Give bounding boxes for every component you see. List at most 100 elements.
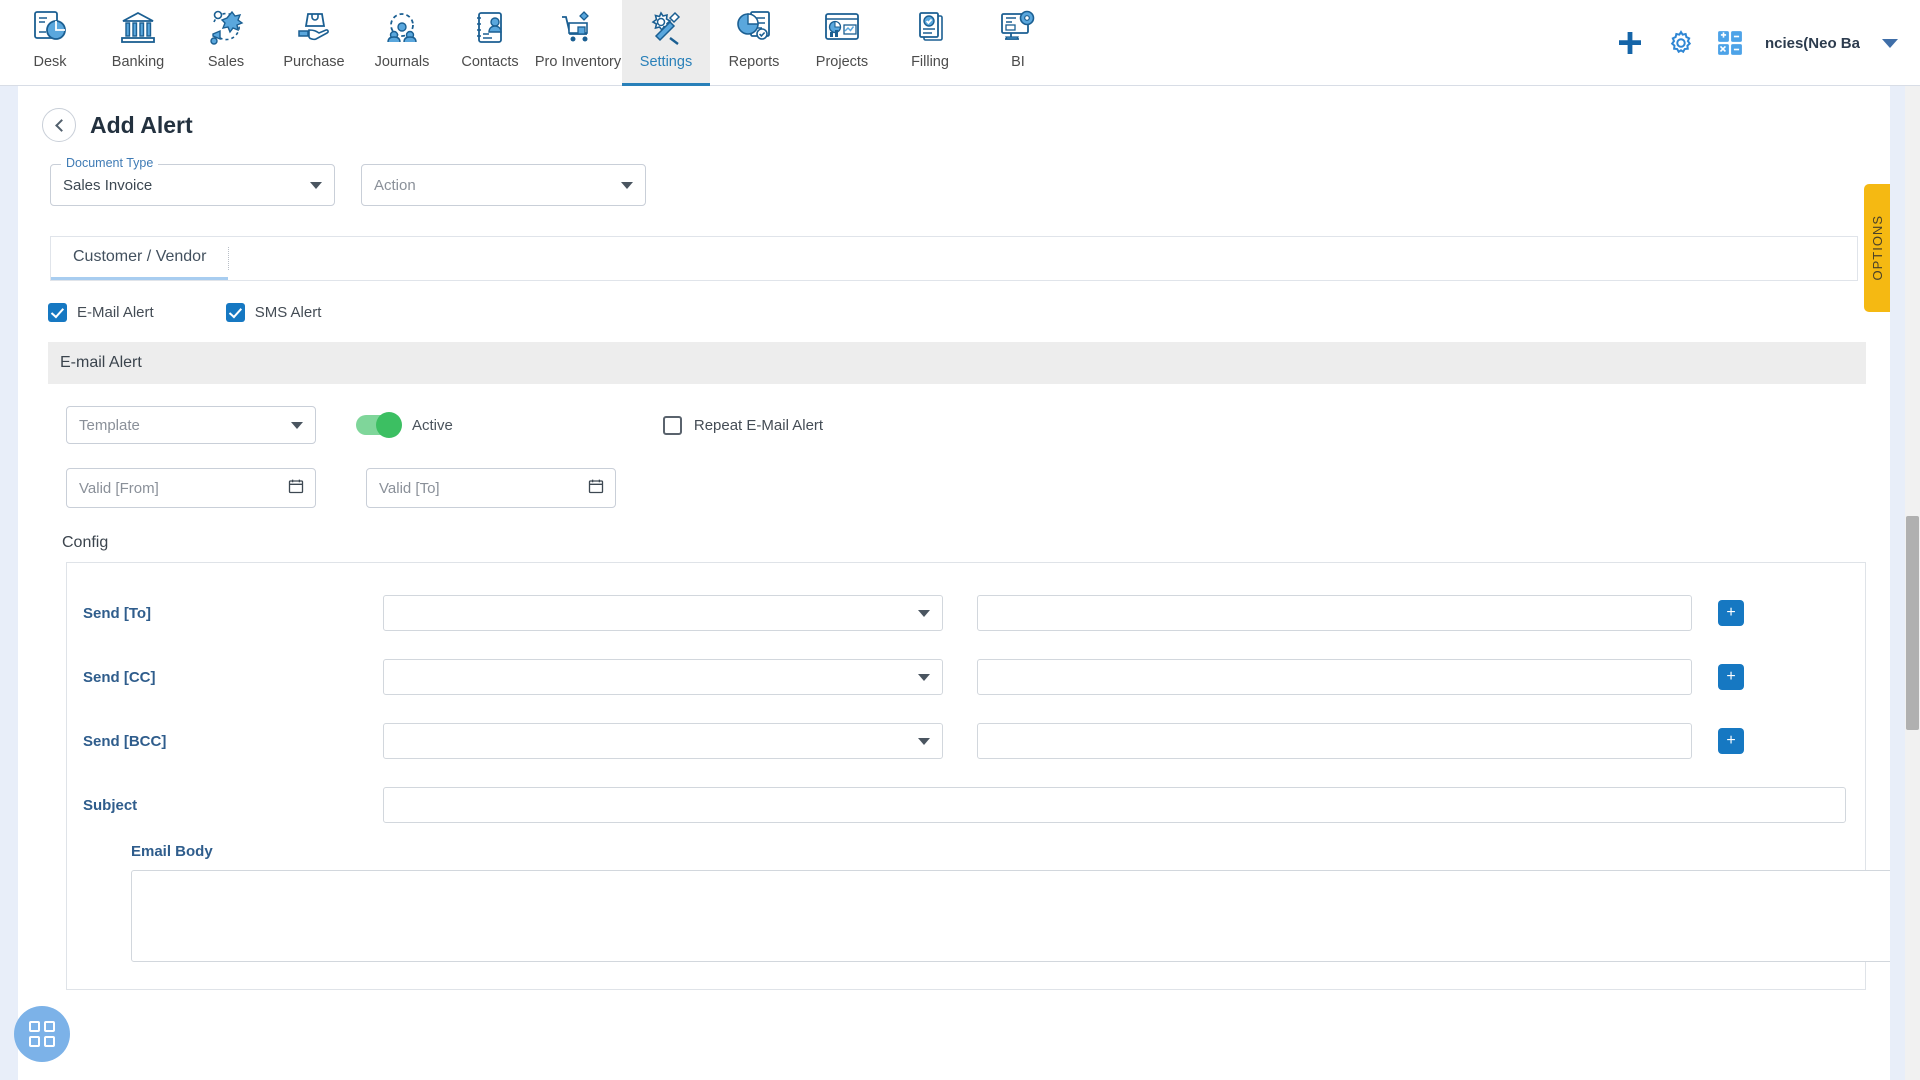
validity-date-row: Valid [From] Valid [To] <box>18 444 1890 508</box>
apps-fab-button[interactable] <box>14 1006 70 1062</box>
active-toggle[interactable] <box>356 412 402 438</box>
nav-item-label: Reports <box>728 54 780 70</box>
nav-item-banking[interactable]: Banking <box>94 0 182 86</box>
nav-item-desk[interactable]: Desk <box>6 0 94 86</box>
nav-item-bi[interactable]: BI <box>974 0 1062 86</box>
repeat-email-alert-label: Repeat E-Mail Alert <box>693 416 824 434</box>
back-button[interactable] <box>42 108 76 142</box>
tab-divider <box>228 247 230 270</box>
calendar-icon[interactable] <box>588 478 604 499</box>
tab-bar: Customer / Vendor <box>50 236 1858 280</box>
config-input-send-cc[interactable] <box>977 659 1692 695</box>
nav-item-journals[interactable]: Journals <box>358 0 446 86</box>
nav-item-projects[interactable]: Projects <box>798 0 886 86</box>
calendar-icon[interactable] <box>288 478 304 499</box>
template-select[interactable]: Template <box>66 406 316 444</box>
config-label-send-to: Send [To] <box>83 604 152 622</box>
document-type-label: Document Type <box>61 156 159 170</box>
config-select-send-to[interactable] <box>383 595 943 631</box>
options-side-tab[interactable]: OPTIONS <box>1864 184 1890 312</box>
page-background: Add Alert Document Type Sales Invoice Ac… <box>0 86 1920 1080</box>
config-row-send-bcc: Send [BCC] + <box>67 709 1865 773</box>
add-send-to-button[interactable]: + <box>1718 600 1744 626</box>
add-send-bcc-button[interactable]: + <box>1718 728 1744 754</box>
email-alert-section-header: E-mail Alert <box>48 342 1866 384</box>
projects-icon <box>820 6 864 50</box>
email-alert-checkbox[interactable]: E-Mail Alert <box>48 303 154 322</box>
email-alert-label: E-Mail Alert <box>77 304 154 321</box>
nav-item-label: Journals <box>374 54 430 70</box>
calculator-icon[interactable] <box>1717 30 1743 56</box>
config-row-send-to: Send [To] + <box>67 581 1865 645</box>
nav-item-label: Projects <box>815 54 869 70</box>
nav-item-contacts[interactable]: Contacts <box>446 0 534 86</box>
config-select-send-cc[interactable] <box>383 659 943 695</box>
nav-item-label: Purchase <box>283 54 345 70</box>
gear-icon[interactable] <box>1667 29 1695 57</box>
journals-icon <box>380 6 424 50</box>
sms-alert-checkbox[interactable]: SMS Alert <box>225 303 322 322</box>
plus-icon[interactable] <box>1615 28 1645 58</box>
nav-item-pro-inventory[interactable]: Pro Inventory <box>534 0 622 86</box>
valid-to-input[interactable]: Valid [To] <box>366 468 616 508</box>
caret-down-icon <box>621 181 633 189</box>
page-header: Add Alert <box>18 86 1890 142</box>
company-selector-label[interactable]: ncies(Neo Ba <box>1765 35 1860 52</box>
nav-item-sales[interactable]: Sales <box>182 0 270 86</box>
nav-item-reports[interactable]: Reports <box>710 0 798 86</box>
tab-customer-vendor[interactable]: Customer / Vendor <box>51 237 229 280</box>
template-placeholder: Template <box>79 416 140 434</box>
nav-item-filling[interactable]: Filling <box>886 0 974 86</box>
inventory-icon <box>556 6 600 50</box>
page-scrollbar-thumb[interactable] <box>1906 516 1919 730</box>
toggle-knob <box>376 412 402 438</box>
config-label-send-bcc: Send [BCC] <box>83 732 167 750</box>
repeat-email-alert-checkbox[interactable]: Repeat E-Mail Alert <box>662 415 824 435</box>
contacts-icon <box>468 6 512 50</box>
top-form-row: Document Type Sales Invoice Action <box>18 142 1890 206</box>
filling-icon <box>908 6 952 50</box>
document-type-select[interactable]: Document Type Sales Invoice <box>50 156 335 206</box>
nav-item-label: Settings <box>639 54 693 70</box>
email-body-textarea[interactable] <box>131 870 1890 962</box>
action-select[interactable]: Action <box>361 164 646 206</box>
nav-item-settings[interactable]: Settings <box>622 0 710 86</box>
config-rows: Send [To] + Send [CC] + Send [BCC] + <box>67 581 1865 773</box>
valid-to-placeholder: Valid [To] <box>379 479 440 497</box>
config-input-send-bcc[interactable] <box>977 723 1692 759</box>
nav-item-label: Desk <box>33 54 67 70</box>
document-type-value: Sales Invoice <box>63 176 153 194</box>
valid-from-placeholder: Valid [From] <box>79 479 159 497</box>
config-input-send-to[interactable] <box>977 595 1692 631</box>
active-toggle-wrap: Active <box>356 412 453 438</box>
chevron-left-icon <box>54 118 68 132</box>
nav-item-purchase[interactable]: Purchase <box>270 0 358 86</box>
subject-input[interactable] <box>383 787 1846 823</box>
caret-down-icon <box>310 181 322 189</box>
page-title: Add Alert <box>90 111 193 138</box>
reports-icon <box>732 6 776 50</box>
nav-item-label: Sales <box>207 54 245 70</box>
nav-item-label: BI <box>1011 54 1025 70</box>
config-label-send-cc: Send [CC] <box>83 668 156 686</box>
action-placeholder: Action <box>374 176 416 194</box>
config-section-title: Config <box>62 534 109 551</box>
grid-apps-icon <box>29 1021 55 1047</box>
dashboard-icon <box>28 6 72 50</box>
chevron-down-icon[interactable] <box>1882 38 1898 48</box>
config-row-send-cc: Send [CC] + <box>67 645 1865 709</box>
valid-from-input[interactable]: Valid [From] <box>66 468 316 508</box>
sms-alert-label: SMS Alert <box>254 304 322 321</box>
bi-icon <box>996 6 1040 50</box>
email-body-label: Email Body <box>131 843 213 860</box>
nav-item-label: Pro Inventory <box>534 54 622 70</box>
config-select-send-bcc[interactable] <box>383 723 943 759</box>
main-nav-items: Desk Banking Sales Purchase Journals Contacts… <box>0 0 1062 86</box>
checkbox-checked-icon <box>48 303 67 322</box>
caret-down-icon <box>918 674 930 681</box>
tab-label: Customer / Vendor <box>73 248 207 265</box>
caret-down-icon <box>918 738 930 745</box>
caret-down-icon <box>291 421 303 429</box>
add-send-cc-button[interactable]: + <box>1718 664 1744 690</box>
top-navigation-bar: Desk Banking Sales Purchase Journals Contacts… <box>0 0 1920 86</box>
